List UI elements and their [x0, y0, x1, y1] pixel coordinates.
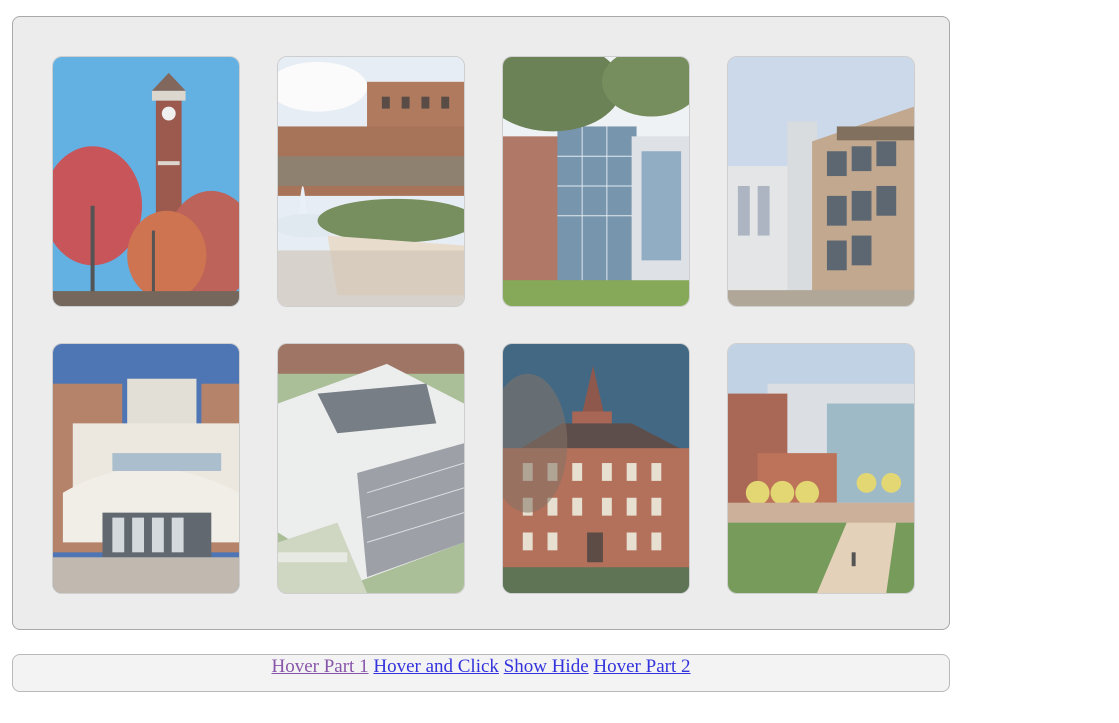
aerial-rendering-image [278, 344, 464, 593]
link-hover-part-1[interactable]: Hover Part 1 [272, 656, 369, 677]
demo-links-bar: Hover Part 1 Hover and Click Show Hide H… [12, 654, 950, 692]
purdue-research-center-image [728, 57, 914, 306]
new-building-courtyard-image [728, 344, 914, 593]
gallery-image-glass-hall[interactable] [502, 56, 690, 307]
gallery-image-new-building[interactable] [727, 343, 915, 594]
fountain-building-image [278, 57, 464, 306]
historic-hall-image [503, 344, 689, 593]
computer-science-building-image [53, 344, 239, 593]
link-hover-and-click[interactable]: Hover and Click [373, 656, 499, 677]
gallery-image-historic-hall[interactable] [502, 343, 690, 594]
link-hover-part-2[interactable]: Hover Part 2 [593, 656, 690, 677]
gallery-image-research-center[interactable] [727, 56, 915, 307]
gallery-image-aerial-rendering[interactable] [277, 343, 465, 594]
image-gallery [12, 16, 950, 630]
link-show-hide[interactable]: Show Hide [504, 656, 589, 677]
gallery-image-bell-tower[interactable] [52, 56, 240, 307]
gallery-image-computer-science[interactable] [52, 343, 240, 594]
glass-engineering-hall-image [503, 57, 689, 306]
bell-tower-image [53, 57, 239, 306]
gallery-image-fountain[interactable] [277, 56, 465, 307]
